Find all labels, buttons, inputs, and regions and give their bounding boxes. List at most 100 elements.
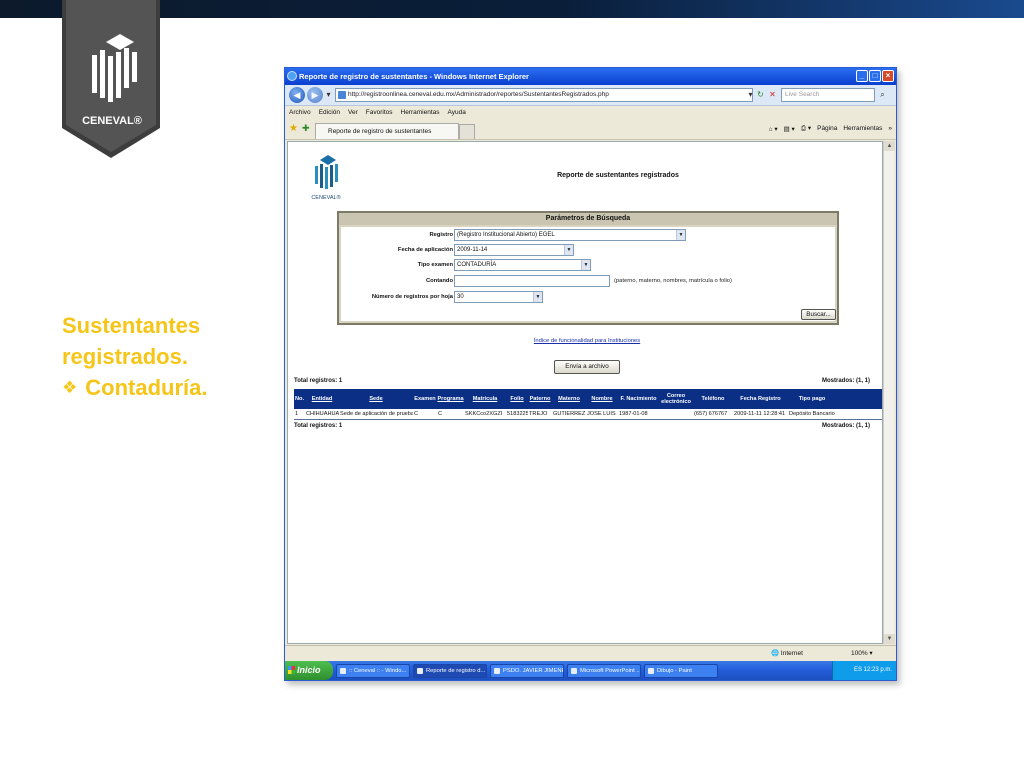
url-field[interactable]: http://registroonlinea.ceneval.edu.mx/Ad…	[335, 88, 753, 102]
add-favorite-icon[interactable]: ✚	[302, 123, 310, 134]
tools-menu[interactable]: Herramientas	[843, 125, 882, 132]
column-header[interactable]: Matrícula	[464, 389, 506, 409]
language-indicator[interactable]: ES	[854, 667, 862, 673]
table-body: 1 CHIHUAHUA Sede de aplicación de prueba 1…	[294, 409, 882, 420]
taskbar-item[interactable]: Reporte de registro d...	[413, 663, 487, 678]
zoom-level[interactable]: 100% ▾	[851, 649, 873, 657]
row-contando: Contando (paterno, materno, nombres, mat…	[341, 275, 835, 289]
taskbar-item[interactable]: Microsoft PowerPoint ...	[567, 663, 641, 678]
small-logo-text: CENEVAL®	[311, 194, 340, 201]
menu-ver[interactable]: Ver	[348, 106, 358, 120]
tab-label: Reporte de registro de sustentantes	[328, 128, 432, 135]
fecha-select[interactable]: 2009-11-14 ▼	[454, 244, 574, 256]
search-input[interactable]: Live Search	[781, 88, 875, 102]
feeds-icon[interactable]: ▤ ▾	[784, 125, 795, 133]
column-header[interactable]: Sede	[339, 389, 413, 409]
column-header-label: Paterno	[529, 396, 551, 402]
send-to-file-button[interactable]: Envía a archivo	[554, 360, 620, 374]
table-cell: C	[438, 411, 443, 417]
scroll-down-icon[interactable]: ▼	[884, 634, 895, 644]
total-bottom: Total registros: 1	[294, 423, 343, 429]
column-header[interactable]: Paterno	[528, 389, 552, 409]
table-row: 1 CHIHUAHUA Sede de aplicación de prueba 1…	[294, 409, 882, 420]
registro-value: (Registro Institucional Abierto) EGEL	[457, 232, 555, 238]
column-header: Examen	[413, 389, 437, 409]
status-bar: 🌐 Internet 100% ▾	[285, 645, 896, 660]
vertical-scrollbar[interactable]: ▲ ▼	[883, 141, 895, 644]
start-button[interactable]: Inicio	[285, 661, 333, 680]
menu-edicion[interactable]: Edición	[319, 106, 340, 120]
column-header[interactable]: Programa	[437, 389, 464, 409]
params-title: Parámetros de Búsqueda	[339, 213, 837, 225]
page-menu[interactable]: Página	[817, 125, 837, 132]
contando-label: Contando	[425, 278, 453, 284]
chevron-down-icon: ▼	[676, 230, 685, 240]
index-link[interactable]: Índice de funcionalidad para Institucion…	[498, 338, 676, 344]
table-cell	[659, 409, 693, 419]
table-cell: GUTIERREZ	[553, 411, 586, 417]
taskbar-item[interactable]: Dibujo - Paint	[644, 663, 718, 678]
numero-value: 30	[457, 294, 464, 300]
table-cell: 1987-01-08	[619, 411, 648, 417]
table-cell: (657) 676767	[694, 411, 728, 417]
table-cell: TREJO	[529, 411, 548, 417]
badge-brand-text: CENEVAL®	[82, 115, 142, 127]
forward-button[interactable]: ▶	[307, 87, 323, 103]
address-bar: ◀ ▶ ▾ http://registroonlinea.ceneval.edu…	[285, 85, 896, 106]
shown-bottom: Mostrados: (1, 1)	[821, 423, 870, 429]
search-button[interactable]: Buscar...	[801, 309, 836, 320]
column-header-label: Entidad	[311, 396, 333, 402]
column-header[interactable]: Folio	[506, 389, 528, 409]
back-button[interactable]: ◀	[289, 87, 305, 103]
column-header-label: Teléfono	[701, 396, 725, 402]
print-icon[interactable]: ⎙ ▾	[801, 124, 811, 133]
contando-hint: (paterno, materno, nombres, matrícula o …	[614, 278, 732, 284]
chevron-down-icon: ▼	[564, 245, 573, 255]
taskbar-item[interactable]: PSDO. JAVIER JIMENE...	[490, 663, 564, 678]
row-registro: Registro (Registro Institucional Abierto…	[341, 229, 835, 243]
report-title: Reporte de sustentantes registrados	[557, 172, 679, 179]
results-table: No. Entidad Sede Examen Programa Matrícula Fol…	[294, 389, 882, 420]
minimize-button[interactable]: _	[856, 70, 868, 82]
home-icon[interactable]: ⌂ ▾	[769, 125, 778, 133]
menu-bar: Archivo Edición Ver Favoritos Herramient…	[285, 106, 896, 120]
close-button[interactable]: ×	[882, 70, 894, 82]
taskbar-item[interactable]: :: Ceneval :: - Windo...	[336, 663, 410, 678]
stop-icon[interactable]: ✕	[767, 88, 778, 102]
contando-input[interactable]	[454, 275, 610, 287]
column-header: Teléfono	[693, 389, 733, 409]
history-dropdown-icon[interactable]: ▾	[323, 88, 334, 102]
fecha-label: Fecha de aplicación	[397, 247, 453, 253]
row-fecha: Fecha de aplicación 2009-11-14 ▼	[341, 244, 835, 258]
column-header-label: Folio	[510, 396, 524, 402]
maximize-button[interactable]: □	[869, 70, 881, 82]
slide-bullet-text: Contaduría.	[85, 375, 208, 400]
menu-favoritos[interactable]: Favoritos	[366, 106, 393, 120]
new-tab-button[interactable]	[459, 124, 475, 139]
column-header[interactable]: Nombre	[586, 389, 618, 409]
tipo-select[interactable]: CONTADURÍA ▼	[454, 259, 591, 271]
window-title: Reporte de registro de sustentantes - Wi…	[299, 72, 529, 81]
table-cell: 2009-11-11 12:28:41	[734, 411, 786, 417]
page-content: CENEVAL® Reporte de sustentantes registr…	[287, 141, 883, 644]
search-icon[interactable]: ⌕	[877, 88, 888, 102]
column-header[interactable]: Entidad	[305, 389, 339, 409]
chevron-right-icon[interactable]: »	[888, 125, 892, 132]
refresh-icon[interactable]: ↻	[755, 88, 766, 102]
slide-title-line1: Sustentantes	[62, 313, 201, 338]
numero-label: Número de registros por hoja	[371, 294, 453, 300]
menu-herramientas[interactable]: Herramientas	[401, 106, 440, 120]
tipo-value: CONTADURÍA	[457, 262, 497, 268]
column-header: Correo electrónico	[659, 389, 693, 409]
menu-archivo[interactable]: Archivo	[289, 106, 311, 120]
favorites-star-icon[interactable]: ★	[289, 123, 298, 134]
column-header[interactable]: Materno	[552, 389, 586, 409]
registro-select[interactable]: (Registro Institucional Abierto) EGEL ▼	[454, 229, 686, 241]
command-bar: ⌂ ▾ ▤ ▾ ⎙ ▾ Página Herramientas »	[769, 124, 892, 133]
scroll-up-icon[interactable]: ▲	[884, 141, 895, 151]
numero-select[interactable]: 30 ▼	[454, 291, 543, 303]
tab-active[interactable]: Reporte de registro de sustentantes	[315, 123, 459, 139]
table-cell: C	[414, 411, 419, 417]
table-cell: Depósito Bancario	[789, 411, 835, 417]
menu-ayuda[interactable]: Ayuda	[448, 106, 466, 120]
